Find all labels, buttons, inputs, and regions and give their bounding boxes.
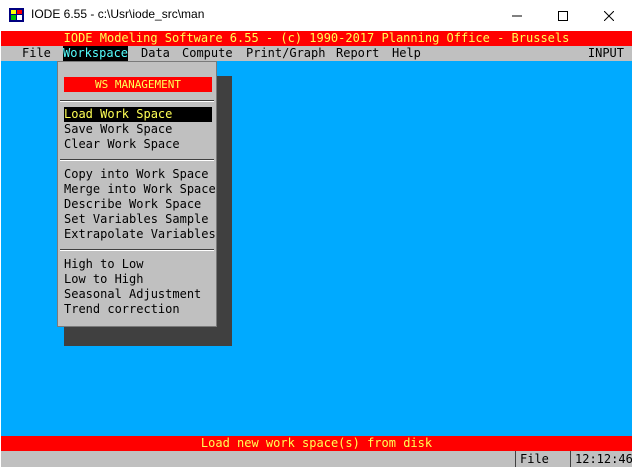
console-screen: IODE Modeling Software 6.55 - (c) 1990-2… xyxy=(1,31,632,467)
status-bar: File 12:12:46 xyxy=(1,451,632,467)
menu-report[interactable]: Report xyxy=(336,46,379,61)
menu-item-set-variables-sample[interactable]: Set Variables Sample xyxy=(64,212,212,227)
menu-item-clear-work-space[interactable]: Clear Work Space xyxy=(64,137,212,152)
app-icon xyxy=(9,8,24,22)
workspace-dropdown-menu: WS MANAGEMENT Load Work Space Save Work … xyxy=(57,61,217,327)
menu-item-save-work-space[interactable]: Save Work Space xyxy=(64,122,212,137)
maximize-icon xyxy=(558,10,568,21)
close-button[interactable] xyxy=(586,0,632,31)
menu-item-high-to-low[interactable]: High to Low xyxy=(64,257,212,272)
input-mode-indicator: INPUT xyxy=(587,46,624,60)
app-banner: IODE Modeling Software 6.55 - (c) 1990-2… xyxy=(1,31,632,46)
menu-help[interactable]: Help xyxy=(392,46,421,61)
menu-item-trend-correction[interactable]: Trend correction xyxy=(64,302,212,317)
maximize-button[interactable] xyxy=(540,0,586,31)
menu-item-load-work-space[interactable]: Load Work Space xyxy=(64,107,212,122)
menu-data[interactable]: Data xyxy=(141,46,170,61)
menu-item-describe-work-space[interactable]: Describe Work Space xyxy=(64,197,212,212)
minimize-button[interactable] xyxy=(494,0,540,31)
dropdown-separator xyxy=(60,249,214,251)
menu-file[interactable]: File xyxy=(22,46,51,61)
status-message: Load new work space(s) from disk xyxy=(1,436,632,451)
status-clock: 12:12:46 xyxy=(570,451,632,467)
dropdown-separator xyxy=(60,100,214,102)
menu-print-graph[interactable]: Print/Graph xyxy=(246,46,325,61)
menu-item-merge-into-work-space[interactable]: Merge into Work Space xyxy=(64,182,216,197)
menu-compute[interactable]: Compute xyxy=(182,46,233,61)
menu-bar: File Workspace Data Compute Print/Graph … xyxy=(1,46,632,61)
menu-item-copy-into-work-space[interactable]: Copy into Work Space xyxy=(64,167,212,182)
minimize-icon xyxy=(512,15,522,16)
dropdown-separator xyxy=(60,159,214,161)
menu-item-low-to-high[interactable]: Low to High xyxy=(64,272,212,287)
menu-item-extrapolate-variables[interactable]: Extrapolate Variables xyxy=(64,227,216,242)
dropdown-header: WS MANAGEMENT xyxy=(64,77,212,92)
window-titlebar[interactable]: IODE 6.55 - c:\Usr\iode_src\man xyxy=(0,0,632,31)
close-icon xyxy=(604,10,614,21)
menu-item-seasonal-adjustment[interactable]: Seasonal Adjustment xyxy=(64,287,212,302)
status-context: File xyxy=(515,451,570,467)
menu-workspace[interactable]: Workspace xyxy=(63,46,129,61)
window-title: IODE 6.55 - c:\Usr\iode_src\man xyxy=(31,7,205,21)
